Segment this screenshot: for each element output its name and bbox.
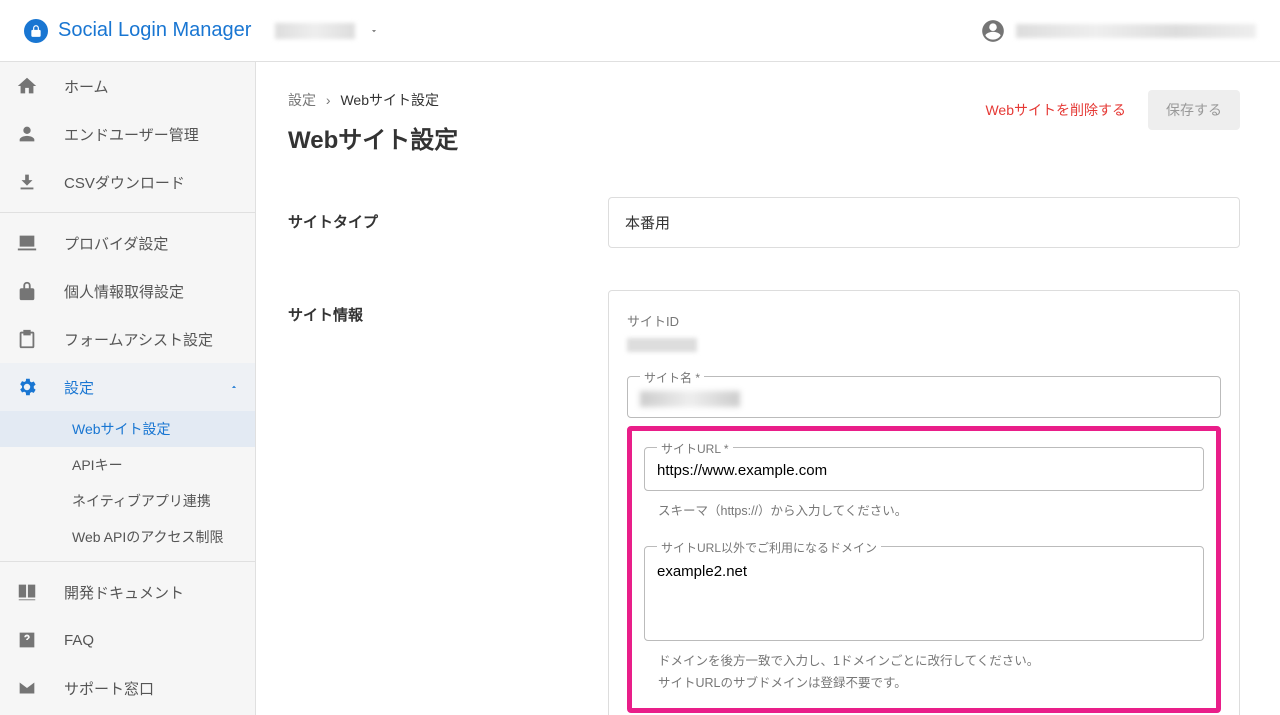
section-label-sitetype: サイトタイプ bbox=[288, 197, 608, 248]
sidebar-sub-webapi[interactable]: Web APIのアクセス制限 bbox=[0, 519, 255, 555]
sidebar-item-label: 個人情報取得設定 bbox=[64, 281, 184, 302]
logo-area[interactable]: Social Login Manager bbox=[24, 19, 251, 43]
sidebar-sub-website[interactable]: Webサイト設定 bbox=[0, 411, 255, 447]
extra-domain-helper: ドメインを後方一致で入力し、1ドメインごとに改行してください。 サイトURLのサ… bbox=[658, 651, 1200, 694]
sidebar-item-pii[interactable]: 個人情報取得設定 bbox=[0, 267, 255, 315]
breadcrumb-root[interactable]: 設定 bbox=[288, 92, 316, 108]
site-id-label: サイトID bbox=[627, 311, 1221, 330]
workspace-name-redacted bbox=[275, 23, 355, 39]
sidebar-item-label: 設定 bbox=[64, 377, 94, 398]
site-name-value-redacted bbox=[640, 391, 740, 407]
mail-icon bbox=[16, 677, 38, 699]
sidebar-item-label: 開発ドキュメント bbox=[64, 582, 184, 603]
sidebar-item-label: プロバイダ設定 bbox=[64, 233, 168, 254]
extra-domain-field[interactable]: サイトURL以外でご利用になるドメイン example2.net bbox=[644, 546, 1204, 641]
sidebar-item-home[interactable]: ホーム bbox=[0, 62, 255, 110]
site-id-value-redacted bbox=[627, 338, 697, 352]
user-name-redacted bbox=[1016, 24, 1256, 38]
sidebar-item-devdoc[interactable]: 開発ドキュメント bbox=[0, 568, 255, 616]
sidebar-item-label: フォームアシスト設定 bbox=[64, 329, 213, 350]
siteinfo-card: サイトID サイト名 * サイトURL * スキーマ（https://）から入力… bbox=[608, 290, 1240, 715]
sidebar-item-formassist[interactable]: フォームアシスト設定 bbox=[0, 315, 255, 363]
site-name-field[interactable]: サイト名 * bbox=[627, 376, 1221, 418]
breadcrumb-current: Webサイト設定 bbox=[340, 92, 439, 108]
sidebar-item-support[interactable]: サポート窓口 bbox=[0, 664, 255, 712]
monitor-icon bbox=[16, 232, 38, 254]
site-url-helper: スキーマ（https://）から入力してください。 bbox=[658, 501, 1200, 522]
sidebar-item-label: ホーム bbox=[64, 76, 109, 97]
extra-domain-textarea[interactable]: example2.net bbox=[657, 561, 1191, 625]
app-header: Social Login Manager bbox=[0, 0, 1280, 62]
extra-domain-label: サイトURL以外でご利用になるドメイン bbox=[657, 539, 881, 556]
gear-icon bbox=[16, 376, 38, 398]
page-title: Webサイト設定 bbox=[288, 120, 458, 155]
person-icon bbox=[16, 123, 38, 145]
header-right bbox=[980, 18, 1256, 44]
site-url-label: サイトURL * bbox=[657, 440, 733, 457]
account-icon[interactable] bbox=[980, 18, 1006, 44]
section-label-siteinfo: サイト情報 bbox=[288, 290, 608, 715]
sidebar-item-provider[interactable]: プロバイダ設定 bbox=[0, 219, 255, 267]
save-button[interactable]: 保存する bbox=[1148, 90, 1240, 130]
chevron-down-icon bbox=[369, 26, 379, 36]
breadcrumb: 設定 › Webサイト設定 bbox=[288, 90, 458, 110]
sidebar: ホーム エンドユーザー管理 CSVダウンロード プロバイダ設定 個人情報取得設定… bbox=[0, 62, 256, 715]
sidebar-divider bbox=[0, 561, 255, 562]
highlighted-region: サイトURL * スキーマ（https://）から入力してください。 サイトUR… bbox=[627, 426, 1221, 713]
help-icon bbox=[16, 629, 38, 651]
home-icon bbox=[16, 75, 38, 97]
sidebar-item-csv[interactable]: CSVダウンロード bbox=[0, 158, 255, 206]
site-url-input[interactable] bbox=[657, 462, 1191, 479]
workspace-dropdown[interactable] bbox=[275, 23, 379, 39]
chevron-up-icon bbox=[229, 382, 239, 392]
sidebar-item-settings[interactable]: 設定 bbox=[0, 363, 255, 411]
sidebar-item-label: FAQ bbox=[64, 632, 94, 649]
clipboard-icon bbox=[16, 328, 38, 350]
sidebar-item-label: CSVダウンロード bbox=[64, 172, 185, 193]
sidebar-item-label: サポート窓口 bbox=[64, 678, 154, 699]
sitetype-select[interactable]: 本番用 bbox=[608, 197, 1240, 248]
sidebar-sub-native[interactable]: ネイティブアプリ連携 bbox=[0, 483, 255, 519]
sidebar-item-endusers[interactable]: エンドユーザー管理 bbox=[0, 110, 255, 158]
sidebar-sub-apikey[interactable]: APIキー bbox=[0, 447, 255, 483]
sidebar-item-label: エンドユーザー管理 bbox=[64, 124, 199, 145]
app-logo-icon bbox=[24, 19, 48, 43]
lock-icon bbox=[16, 280, 38, 302]
site-url-field[interactable]: サイトURL * bbox=[644, 447, 1204, 491]
sidebar-divider bbox=[0, 212, 255, 213]
site-name-label: サイト名 * bbox=[640, 369, 704, 386]
book-icon bbox=[16, 581, 38, 603]
app-name: Social Login Manager bbox=[58, 19, 251, 42]
download-icon bbox=[16, 171, 38, 193]
sidebar-item-faq[interactable]: FAQ bbox=[0, 616, 255, 664]
delete-website-button[interactable]: Webサイトを削除する bbox=[981, 92, 1130, 128]
main-content: 設定 › Webサイト設定 Webサイト設定 Webサイトを削除する 保存する … bbox=[256, 62, 1280, 715]
